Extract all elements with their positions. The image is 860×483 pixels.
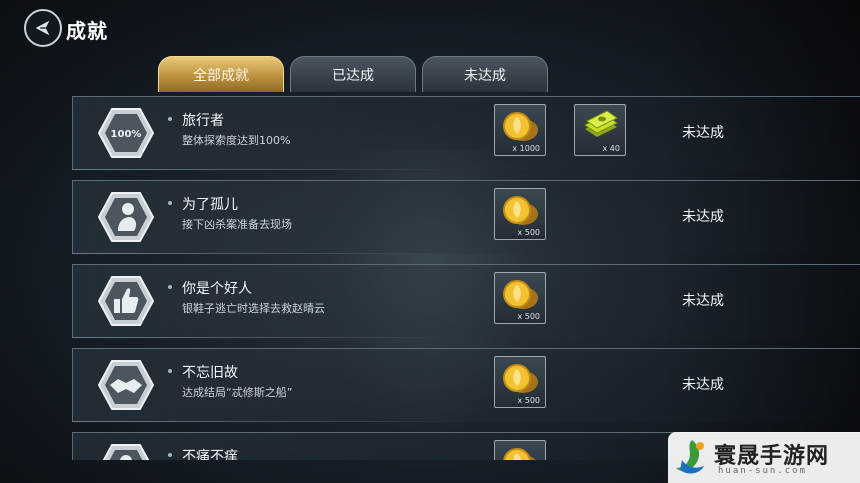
reward-item[interactable]: x 500 <box>494 356 546 408</box>
tab-not-achieved[interactable]: 未达成 <box>422 56 548 92</box>
bullet-dot <box>168 201 172 205</box>
status-label: 未达成 <box>682 377 724 393</box>
achievement-badge: 100% <box>97 107 155 159</box>
gold-coin-icon <box>503 196 538 225</box>
cash-stack-icon <box>584 110 618 137</box>
achievement-row: 100% 旅行者 整体探索度达到100% x 1000 x 40 未达成 <box>72 96 860 170</box>
gold-coin-icon <box>503 112 538 141</box>
back-arrow-icon <box>35 20 50 36</box>
reward-quantity: x 40 <box>602 144 620 153</box>
watermark-url: huan-sun.com <box>718 466 808 476</box>
reward-item[interactable]: x 1000 <box>494 104 546 156</box>
reward-item[interactable] <box>494 440 546 460</box>
bullet-dot <box>168 369 172 373</box>
achievement-name: 不忘旧故 <box>182 365 238 381</box>
achievement-name: 旅行者 <box>182 113 224 129</box>
status-label: 未达成 <box>682 293 724 309</box>
reward-quantity: x 500 <box>517 396 540 405</box>
achievement-row: 不忘旧故 达成结局“忒修斯之船” x 500 未达成 <box>72 348 860 422</box>
figure-icon <box>102 444 150 460</box>
achievement-badge <box>97 359 155 411</box>
badge-label: 100% <box>111 129 142 140</box>
hexagon-badge-icon: 100% <box>97 108 155 158</box>
achievement-list[interactable]: 100% 旅行者 整体探索度达到100% x 1000 x 40 未达成 为了孤… <box>72 96 860 460</box>
achievement-desc: 银鞋子逃亡时选择去救赵晴云 <box>182 302 325 315</box>
bullet-dot <box>168 117 172 121</box>
achievement-badge <box>97 191 155 243</box>
handshake-icon <box>97 360 155 410</box>
achievement-badge <box>97 275 155 327</box>
achievement-row: 为了孤儿 接下凶杀案准备去现场 x 500 未达成 <box>72 180 860 254</box>
back-button[interactable] <box>24 9 62 47</box>
reward-quantity: x 1000 <box>512 144 540 153</box>
watermark: 寰晟手游网 huan-sun.com <box>668 432 860 483</box>
achievement-desc: 整体探索度达到100% <box>182 134 291 147</box>
achievement-name: 为了孤儿 <box>182 197 238 213</box>
bullet-dot <box>168 285 172 289</box>
achievement-row: 你是个好人 银鞋子逃亡时选择去救赵晴云 x 500 未达成 <box>72 264 860 338</box>
gold-coin-icon <box>503 364 538 393</box>
tab-achieved[interactable]: 已达成 <box>290 56 416 92</box>
figure-icon <box>97 192 155 242</box>
bullet-dot <box>168 453 172 457</box>
achievement-desc: 接下凶杀案准备去现场 <box>182 218 292 231</box>
page-title: 成就 <box>66 19 108 43</box>
reward-item[interactable]: x 500 <box>494 188 546 240</box>
status-label: 未达成 <box>682 125 724 141</box>
gold-coin-icon <box>503 448 536 460</box>
site-logo-icon <box>676 440 704 474</box>
achievement-name: 你是个好人 <box>182 281 252 297</box>
reward-item[interactable]: x 500 <box>494 272 546 324</box>
achievement-desc: 达成结局“忒修斯之船” <box>182 386 293 399</box>
thumbs-up-icon <box>97 276 155 326</box>
gold-coin-icon <box>503 280 538 309</box>
status-label: 未达成 <box>682 209 724 225</box>
achievement-name: 不痛不痒 <box>182 449 238 460</box>
reward-quantity: x 500 <box>517 228 540 237</box>
reward-quantity: x 500 <box>517 312 540 321</box>
reward-item[interactable]: x 40 <box>574 104 626 156</box>
achievement-badge <box>98 443 154 460</box>
tab-all-achievements[interactable]: 全部成就 <box>158 56 284 92</box>
